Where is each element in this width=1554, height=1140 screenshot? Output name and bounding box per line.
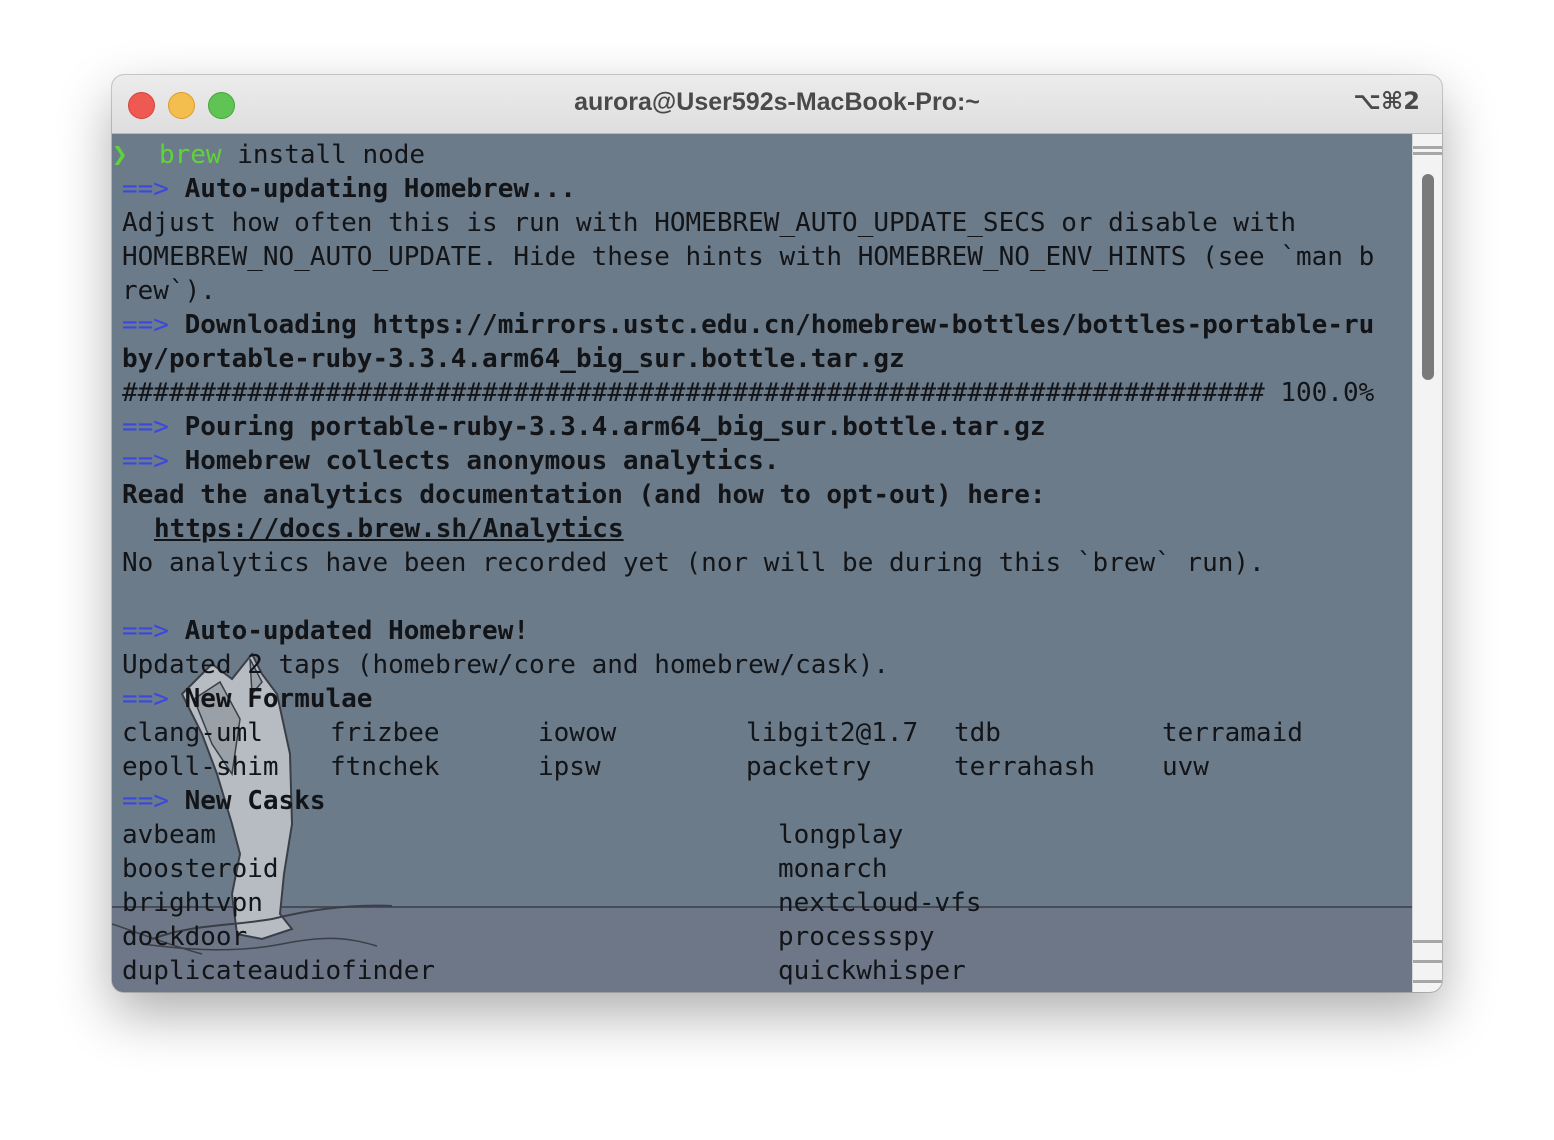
output-line: rew`).	[122, 276, 216, 306]
output-line: ==> Auto-updated Homebrew!	[122, 614, 529, 648]
output-line: ==> Homebrew collects anonymous analytic…	[122, 444, 779, 478]
line-text: Pouring portable-ruby-3.3.4.arm64_big_su…	[184, 412, 1046, 442]
formula-item: terramaid	[1162, 718, 1303, 748]
scroll-marker	[1413, 146, 1442, 149]
cask-item: quickwhisper	[778, 956, 966, 986]
formula-item: uvw	[1162, 752, 1209, 782]
output-line: No analytics have been recorded yet (nor…	[122, 548, 1265, 578]
cask-item: brightvpn	[122, 888, 263, 918]
arrow-marker: ==>	[122, 786, 169, 816]
line-text: New Formulae	[184, 684, 373, 714]
prompt-command: brew	[158, 140, 222, 170]
arrow-marker: ==>	[122, 684, 169, 714]
formula-item: libgit2@1.7	[746, 718, 919, 748]
arrow-marker: ==>	[122, 446, 169, 476]
scroll-marker	[1413, 152, 1442, 155]
section-heading: ==> New Formulae	[122, 682, 372, 716]
line-text: New Casks	[184, 786, 326, 816]
prompt-args: install node	[221, 140, 426, 170]
cask-item: duplicateaudiofinder	[122, 956, 436, 986]
terminal-window: aurora@User592s-MacBook-Pro:~ ⌥⌘2 ❯ brew…	[112, 75, 1442, 992]
output-line: ==> Pouring portable-ruby-3.3.4.arm64_bi…	[122, 410, 1046, 444]
cask-item: monarch	[778, 854, 888, 884]
scrollbar-thumb[interactable]	[1422, 174, 1434, 380]
output-line: ==> Downloading https://mirrors.ustc.edu…	[122, 308, 1374, 342]
cask-item: processspy	[778, 922, 935, 952]
formula-item: tdb	[954, 718, 1001, 748]
cask-item: avbeam	[122, 820, 216, 850]
line-text: Auto-updating Homebrew...	[184, 174, 576, 204]
cask-item: boosteroid	[122, 854, 279, 884]
formula-item: iowow	[538, 718, 617, 748]
vertical-scrollbar[interactable]	[1412, 134, 1442, 992]
formula-item: clang-uml	[122, 718, 263, 748]
output-line: Read the analytics documentation (and ho…	[122, 480, 1046, 510]
window-title: aurora@User592s-MacBook-Pro:~	[574, 88, 980, 116]
output-line: Updated 2 taps (homebrew/core and homebr…	[122, 650, 890, 680]
formula-item: terrahash	[954, 752, 1095, 782]
scroll-marker	[1413, 960, 1442, 963]
title-bar[interactable]: aurora@User592s-MacBook-Pro:~ ⌥⌘2	[112, 75, 1442, 134]
line-text: Auto-updated Homebrew!	[184, 616, 529, 646]
arrow-marker: ==>	[122, 174, 169, 204]
formula-item: ipsw	[538, 752, 601, 782]
cask-item: dockdoor	[122, 922, 248, 952]
cask-item: nextcloud-vfs	[778, 888, 982, 918]
prompt-line: ❯ brew install node	[112, 138, 425, 172]
arrow-marker: ==>	[122, 616, 169, 646]
output-line: Adjust how often this is run with HOMEBR…	[122, 208, 1296, 238]
analytics-link[interactable]: https://docs.brew.sh/Analytics	[154, 512, 624, 546]
line-text: Homebrew collects anonymous analytics.	[184, 446, 780, 476]
window-shortcut: ⌥⌘2	[1353, 87, 1420, 115]
line-text: Downloading https://mirrors.ustc.edu.cn/…	[184, 310, 1375, 340]
output-line: by/portable-ruby-3.3.4.arm64_big_sur.bot…	[122, 344, 905, 374]
output-line: ==> Auto-updating Homebrew...	[122, 172, 576, 206]
formula-item: frizbee	[330, 718, 440, 748]
cask-item: longplay	[778, 820, 904, 850]
output-line: HOMEBREW_NO_AUTO_UPDATE. Hide these hint…	[122, 242, 1375, 272]
formula-item: epoll-shim	[122, 752, 279, 782]
section-heading: ==> New Casks	[122, 784, 326, 818]
scroll-marker	[1413, 980, 1442, 983]
formula-item: packetry	[746, 752, 872, 782]
terminal-content[interactable]: ❯ brew install node ==> Auto-updating Ho…	[112, 134, 1412, 992]
arrow-marker: ==>	[122, 310, 169, 340]
arrow-marker: ==>	[122, 412, 169, 442]
progress-line: ########################################…	[122, 378, 1375, 408]
scroll-marker	[1413, 940, 1442, 943]
formula-item: ftnchek	[330, 752, 440, 782]
prompt-chevron-icon: ❯	[112, 140, 128, 170]
